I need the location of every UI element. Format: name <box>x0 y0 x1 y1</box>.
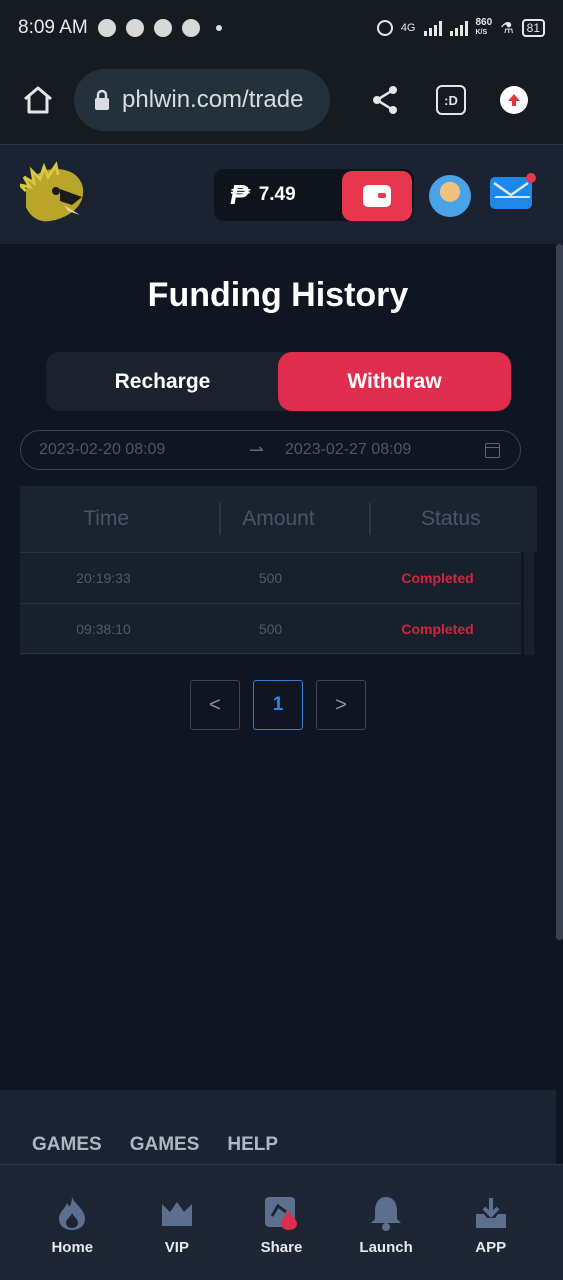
system-icons: 4G 860 K/S ⚗ 81 <box>376 18 545 38</box>
funding-tabs: Recharge Withdraw <box>46 352 512 411</box>
column-header-time: Time <box>83 507 130 530</box>
row-time: 20:19:33 <box>76 570 131 586</box>
download-tray-icon <box>473 1195 509 1231</box>
flask-icon: ⚗ <box>500 20 514 37</box>
browser-toolbar: phlwin.com/trade :D <box>0 56 563 144</box>
row-amount: 500 <box>258 570 283 586</box>
site-footer: GAMES GAMES HELP <box>0 1090 556 1164</box>
tab-recharge[interactable]: Recharge <box>46 352 279 411</box>
notification-icons <box>97 19 222 37</box>
battery-icon: 81 <box>521 19 545 37</box>
wallet-icon <box>363 185 391 207</box>
telegram-icon <box>153 19 172 37</box>
status-bar: 8:09 AM 4G 860 K/S ⚗ 81 <box>0 0 563 56</box>
address-bar[interactable]: phlwin.com/trade <box>74 69 330 131</box>
table-scrollbar[interactable] <box>521 552 537 655</box>
table-row: 20:19:33 500 Completed <box>20 552 521 603</box>
date-end[interactable]: 2023-02-27 08:09 <box>285 441 485 459</box>
row-time: 09:38:10 <box>76 620 131 637</box>
column-header-status: Status <box>421 507 481 530</box>
nav-label: Home <box>51 1239 94 1256</box>
footer-link-games[interactable]: GAMES <box>32 1134 102 1156</box>
nav-launch[interactable]: Launch <box>346 1195 426 1280</box>
next-page-button[interactable]: > <box>316 680 366 730</box>
net-speed-unit: K/S <box>475 29 488 36</box>
status-badge: Completed <box>401 570 474 586</box>
nav-label: VIP <box>164 1239 189 1256</box>
messenger-icon <box>97 19 116 37</box>
status-time: 8:09 AM <box>18 17 88 38</box>
page-scrollbar[interactable] <box>556 244 563 940</box>
home-button[interactable] <box>18 80 58 120</box>
date-start[interactable]: 2023-02-20 08:09 <box>39 441 249 459</box>
column-divider <box>219 503 221 535</box>
mail-icon <box>493 181 529 197</box>
page-number-current[interactable]: 1 <box>253 680 303 730</box>
date-range-picker[interactable]: 2023-02-20 08:09 ⇀ 2023-02-27 08:09 <box>20 430 521 470</box>
home-icon <box>24 86 52 114</box>
pagination: < 1 > <box>190 680 366 730</box>
net-speed: 860 K/S <box>476 18 493 38</box>
signal-icon <box>423 20 442 36</box>
tab-withdraw[interactable]: Withdraw <box>278 352 511 411</box>
nav-label: APP <box>475 1239 507 1256</box>
crown-icon <box>159 1195 195 1231</box>
footer-link-help[interactable]: HELP <box>227 1134 278 1156</box>
more-notifications-dot <box>215 25 222 31</box>
arrow-up-icon <box>508 94 520 106</box>
notification-dot <box>526 173 536 183</box>
bottom-nav: Home VIP Share Launch APP <box>0 1164 563 1280</box>
table-header: Time Amount Status <box>20 486 537 552</box>
calendar-icon[interactable] <box>485 442 500 458</box>
nav-label: Share <box>260 1239 303 1256</box>
nav-label: Launch <box>359 1239 413 1256</box>
flame-icon <box>54 1195 90 1231</box>
share-icon <box>373 86 397 114</box>
balance-amount: 7.49 <box>258 184 296 205</box>
page-title: Funding History <box>147 276 409 314</box>
row-amount: 500 <box>258 620 283 637</box>
update-button[interactable] <box>500 86 528 114</box>
mail-button[interactable] <box>490 177 532 209</box>
telegram-icon <box>181 19 200 37</box>
eagle-logo-icon[interactable] <box>20 161 88 227</box>
url-text: phlwin.com/trade <box>122 86 304 113</box>
snapchat-icon <box>125 19 144 37</box>
status-badge: Completed <box>401 620 474 637</box>
nav-share[interactable]: Share <box>241 1195 321 1280</box>
share-card-icon <box>263 1195 299 1231</box>
network-type: 4G <box>400 22 416 34</box>
arrow-right-icon: ⇀ <box>249 439 265 460</box>
peso-icon: ₱ <box>230 179 249 210</box>
bell-icon <box>368 1195 404 1231</box>
column-divider <box>369 503 371 535</box>
net-speed-value: 860 <box>475 17 493 28</box>
table-row: 09:38:10 500 Completed <box>20 603 521 654</box>
share-button[interactable] <box>368 83 402 117</box>
tabs-button[interactable]: :D <box>436 85 466 115</box>
wallet-button[interactable] <box>342 171 412 221</box>
avatar[interactable] <box>429 175 471 217</box>
nav-app[interactable]: APP <box>451 1195 531 1280</box>
lock-icon <box>95 89 109 110</box>
prev-page-button[interactable]: < <box>190 680 240 730</box>
signal-icon <box>449 20 468 36</box>
footer-link-games[interactable]: GAMES <box>130 1134 200 1156</box>
alarm-icon <box>376 20 393 36</box>
nav-home[interactable]: Home <box>32 1195 112 1280</box>
funding-table: Time Amount Status 20:19:33 500 Complete… <box>20 486 537 655</box>
nav-vip[interactable]: VIP <box>137 1195 217 1280</box>
site-header: ₱ 7.49 <box>0 144 563 244</box>
